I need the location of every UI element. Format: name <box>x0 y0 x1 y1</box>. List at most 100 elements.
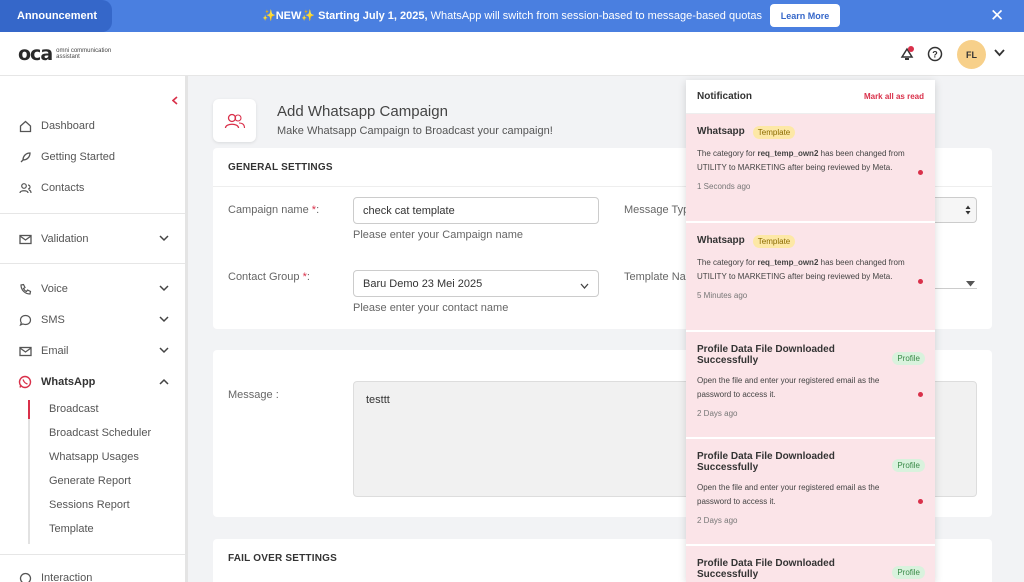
unread-dot <box>918 279 923 284</box>
bell-icon[interactable] <box>897 44 917 64</box>
sidebar-item-interaction[interactable]: Interaction <box>18 571 173 582</box>
avatar[interactable]: FL <box>957 40 986 69</box>
notification-time: 1 Seconds ago <box>697 182 751 191</box>
label-text: Campaign name <box>228 204 309 216</box>
sidebar-subitem-sessions-report[interactable]: Sessions Report <box>49 499 130 511</box>
logo-subtitle: omni communication assistant <box>56 48 112 60</box>
chevron-down-icon <box>159 346 169 356</box>
page-subtitle: Make Whatsapp Campaign to Broadcast your… <box>277 125 553 137</box>
phone-icon <box>18 282 32 296</box>
profile-badge: Profile <box>892 352 925 365</box>
page-title: Add Whatsapp Campaign <box>277 103 448 120</box>
notification-time: 2 Days ago <box>697 516 738 525</box>
sidebar-subitem-template[interactable]: Template <box>49 523 94 535</box>
body-text: The category for <box>697 149 758 158</box>
chat-bubble-icon <box>18 313 32 327</box>
notification-body: The category for req_temp_own2 has been … <box>697 147 915 175</box>
sidebar-item-label: Voice <box>41 283 68 295</box>
notification-item[interactable]: Whatsapp Template The category for req_t… <box>686 114 935 222</box>
rocket-icon <box>18 150 32 164</box>
unread-dot <box>918 170 923 175</box>
sidebar-divider <box>0 554 185 555</box>
announcement-bar: Announcement ✨NEW✨ Starting July 1, 2025… <box>0 0 1024 32</box>
logo-mark: oca <box>18 43 53 65</box>
chevron-up-icon <box>159 377 169 387</box>
contact-group-help: Please enter your contact name <box>353 302 509 314</box>
message-type-select[interactable] <box>935 197 977 223</box>
campaign-name-help: Please enter your Campaign name <box>353 229 523 241</box>
notification-body: Open the file and enter your registered … <box>697 483 880 506</box>
sidebar-subitem-whatsapp-usages[interactable]: Whatsapp Usages <box>49 451 139 463</box>
section-title: GENERAL SETTINGS <box>228 162 333 173</box>
sidebar-item-sms[interactable]: SMS <box>18 313 173 327</box>
body-text: The category for <box>697 258 758 267</box>
notification-item[interactable]: Profile Data File Downloaded Successfull… <box>686 332 935 438</box>
notification-item-title: Profile Data File Downloaded Successfull… <box>697 344 835 366</box>
template-badge: Template <box>752 235 796 248</box>
notification-time: 5 Minutes ago <box>697 291 748 300</box>
mail-check-icon <box>18 232 32 246</box>
collapse-sidebar-icon[interactable] <box>166 92 184 108</box>
announcement-tag: Announcement <box>0 0 112 32</box>
template-badge: Template <box>752 126 796 139</box>
notification-panel: Notification Mark all as read Whatsapp T… <box>686 80 935 582</box>
notification-heading: Whatsapp <box>697 126 745 137</box>
sidebar-divider <box>0 213 185 214</box>
sidebar-item-label: SMS <box>41 314 65 326</box>
notification-item-title: Whatsapp Template <box>697 235 924 248</box>
unread-dot <box>918 499 923 504</box>
sidebar-subitem-generate-report[interactable]: Generate Report <box>49 475 131 487</box>
notification-title: Notification <box>697 91 752 102</box>
campaign-name-label: Campaign name *: <box>228 204 319 216</box>
caret-down-icon[interactable] <box>966 278 975 290</box>
notification-item-title: Profile Data File Downloaded Successfull… <box>697 451 835 473</box>
close-icon[interactable]: ✕ <box>990 7 1004 24</box>
sidebar: Dashboard Getting Started Contacts Valid… <box>0 76 188 582</box>
sidebar-item-whatsapp[interactable]: WhatsApp <box>18 375 173 389</box>
notification-item[interactable]: Profile Data File Downloaded Successfull… <box>686 439 935 545</box>
whatsapp-icon <box>18 375 32 389</box>
sidebar-item-validation[interactable]: Validation <box>18 232 173 246</box>
learn-more-button[interactable]: Learn More <box>770 4 840 27</box>
logo[interactable]: oca omni communication assistant <box>18 43 116 65</box>
section-title: FAIL OVER SETTINGS <box>228 553 337 564</box>
contact-group-label: Contact Group *: <box>228 271 310 283</box>
contact-group-select[interactable]: Baru Demo 23 Mei 2025 <box>353 270 599 297</box>
label-colon: : <box>306 271 310 283</box>
sidebar-item-dashboard[interactable]: Dashboard <box>18 119 173 133</box>
chevron-down-icon <box>159 234 169 244</box>
chevron-down-icon <box>159 315 169 325</box>
help-icon[interactable]: ? <box>925 44 945 64</box>
notification-item[interactable]: Whatsapp Template The category for req_t… <box>686 223 935 331</box>
submenu-active-indicator <box>28 400 30 419</box>
message-type-label: Message Typ <box>624 204 690 216</box>
announcement-message: WhatsApp will switch from session-based … <box>430 10 762 22</box>
notification-item-title: Whatsapp Template <box>697 126 924 139</box>
template-name-label: Template Na <box>624 271 686 283</box>
notification-body: Open the file and enter your registered … <box>697 376 880 399</box>
sidebar-item-contacts[interactable]: Contacts <box>18 181 173 195</box>
chevron-down-icon[interactable] <box>994 49 1005 60</box>
chevron-down-icon <box>159 284 169 294</box>
campaign-icon <box>213 99 256 142</box>
sidebar-divider <box>0 263 185 264</box>
notification-item[interactable]: Profile Data File Downloaded Successfull… <box>686 546 935 582</box>
sidebar-item-label: Contacts <box>41 182 85 194</box>
notification-header: Notification Mark all as read <box>686 80 935 114</box>
mark-all-read-link[interactable]: Mark all as read <box>864 92 924 101</box>
svg-text:?: ? <box>932 50 938 60</box>
interaction-icon <box>18 571 32 582</box>
sidebar-item-voice[interactable]: Voice <box>18 282 173 296</box>
top-header: oca omni communication assistant ? <box>0 32 1024 76</box>
unread-dot <box>918 392 923 397</box>
sidebar-item-label: Getting Started <box>41 151 115 163</box>
sidebar-subitem-broadcast-scheduler[interactable]: Broadcast Scheduler <box>49 427 151 439</box>
notification-heading: Whatsapp <box>697 235 745 246</box>
sidebar-item-email[interactable]: Email <box>18 344 173 358</box>
users-icon <box>18 181 32 195</box>
campaign-name-input[interactable]: check cat template <box>353 197 599 224</box>
sidebar-item-getting-started[interactable]: Getting Started <box>18 150 173 164</box>
sidebar-subitem-broadcast[interactable]: Broadcast <box>49 403 99 415</box>
profile-badge: Profile <box>892 459 925 472</box>
template-name: req_temp_own2 <box>757 258 819 267</box>
